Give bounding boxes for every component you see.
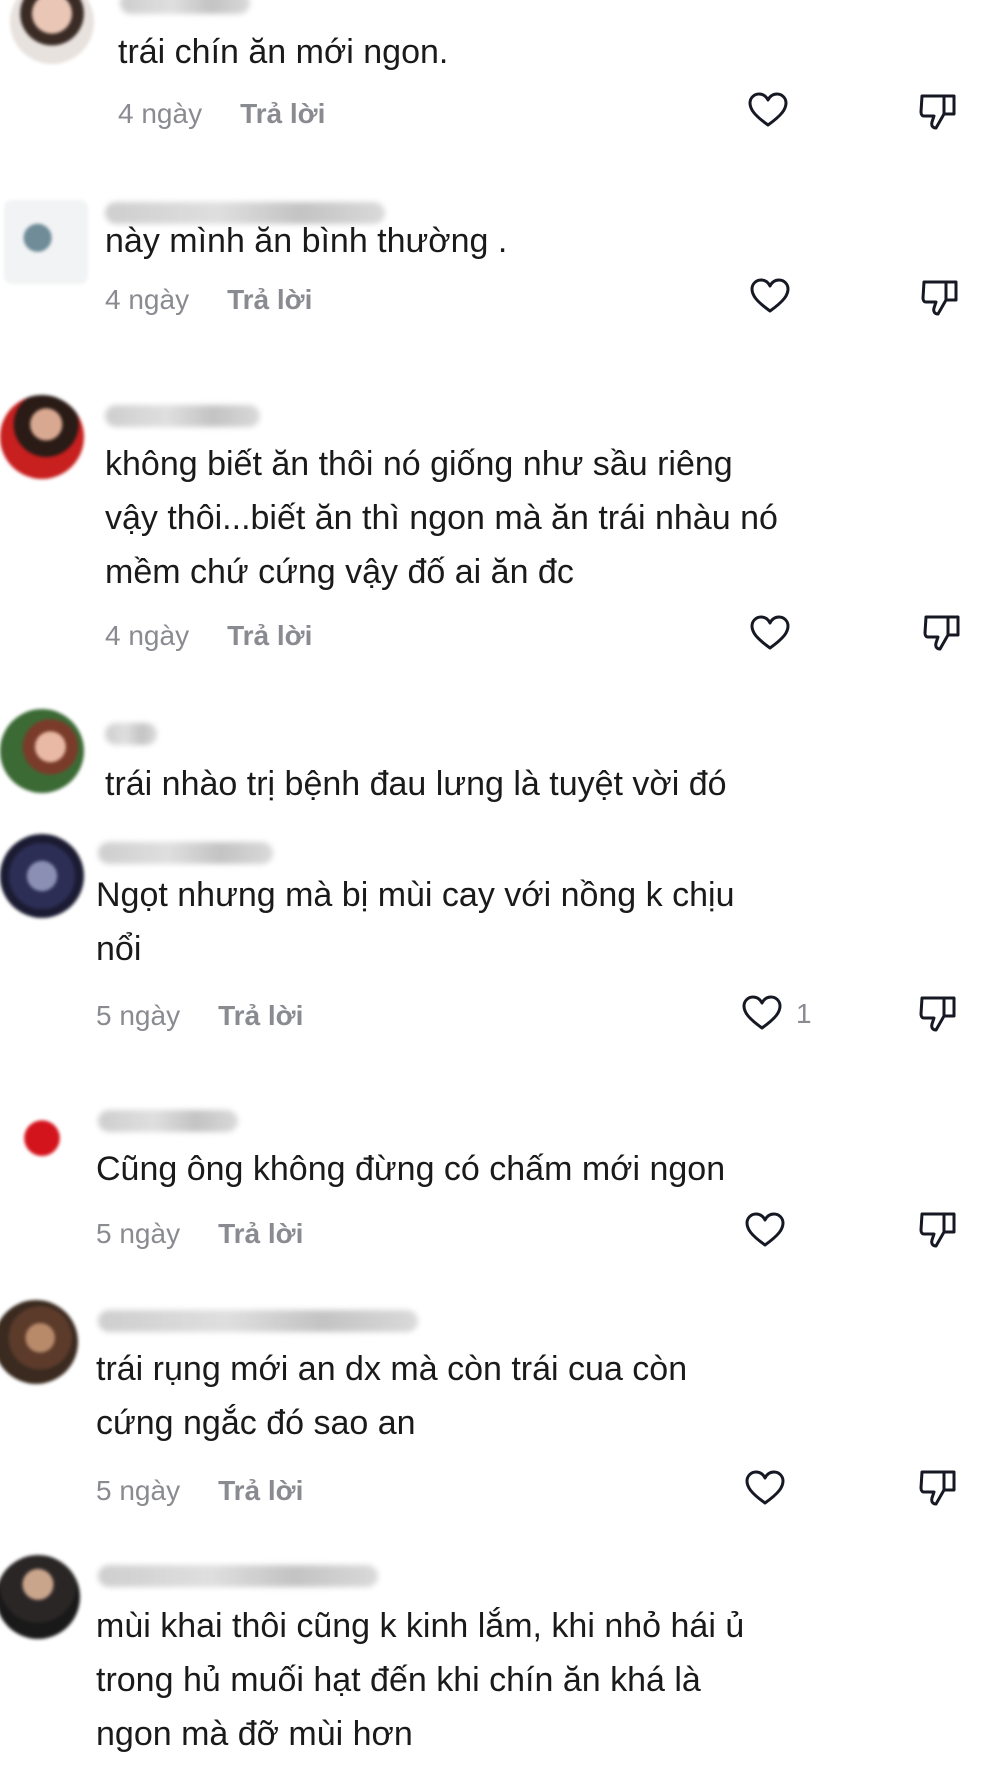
thumbs-down-icon[interactable] xyxy=(918,1468,958,1508)
reply-button[interactable]: Trả lời xyxy=(240,98,325,130)
comment-meta: 5 ngày Trả lời xyxy=(96,1218,303,1250)
comment-text-line: này mình ăn bình thường . xyxy=(105,222,508,260)
thumbs-down-icon[interactable] xyxy=(918,1210,958,1250)
username-blurred[interactable] xyxy=(98,1310,418,1332)
reply-button[interactable]: Trả lời xyxy=(227,620,312,652)
username-blurred[interactable] xyxy=(120,0,250,14)
heart-outline-icon[interactable] xyxy=(745,1212,785,1248)
comment-time: 4 ngày xyxy=(105,284,190,315)
thumbs-down-icon[interactable] xyxy=(920,278,960,318)
comment-text-line: cứng ngắc đó sao an xyxy=(96,1404,416,1442)
comment-text-line: mùi khai thôi cũng k kinh lắm, khi nhỏ h… xyxy=(96,1607,745,1645)
comment-text-line: Ngọt nhưng mà bị mùi cay với nồng k chịu xyxy=(96,876,735,914)
reply-button[interactable]: Trả lời xyxy=(218,1218,303,1250)
comment-text-line: Cũng ông không đừng có chấm mới ngon xyxy=(96,1150,726,1188)
username-blurred[interactable] xyxy=(98,1565,378,1587)
comment-text-line: trái nhào trị bệnh đau lưng là tuyệt vời… xyxy=(105,765,727,803)
username-blurred[interactable] xyxy=(105,405,260,427)
heart-outline-icon[interactable] xyxy=(745,1470,785,1506)
heart-outline-icon[interactable] xyxy=(750,615,790,651)
avatar[interactable] xyxy=(4,200,88,284)
comment-time: 4 ngày xyxy=(118,98,203,129)
comment-meta: 5 ngày Trả lời xyxy=(96,1000,303,1032)
avatar[interactable] xyxy=(0,834,84,918)
thumbs-down-icon[interactable] xyxy=(918,994,958,1034)
thumbs-down-icon[interactable] xyxy=(918,92,958,132)
avatar[interactable] xyxy=(0,1092,84,1176)
avatar[interactable] xyxy=(0,395,84,479)
like-count: 1 xyxy=(796,998,812,1029)
comment-time: 5 ngày xyxy=(96,1218,181,1249)
comment-text-line: trong hủ muối hạt đến khi chín ăn khá là xyxy=(96,1661,701,1699)
comment-meta: 4 ngày Trả lời xyxy=(118,98,325,130)
comment-text-line: vậy thôi...biết ăn thì ngon mà ăn trái n… xyxy=(105,499,778,537)
avatar[interactable] xyxy=(0,1300,78,1384)
heart-outline-icon[interactable] xyxy=(750,278,790,314)
heart-outline-icon[interactable] xyxy=(748,92,788,128)
reply-button[interactable]: Trả lời xyxy=(227,284,312,316)
comment-text-line: nổi xyxy=(96,930,142,968)
comment-time: 4 ngày xyxy=(105,620,190,651)
comment-meta: 5 ngày Trả lời xyxy=(96,1475,303,1507)
avatar[interactable] xyxy=(0,709,84,793)
comment-time: 5 ngày xyxy=(96,1000,181,1031)
comment-meta: 4 ngày Trả lời xyxy=(105,284,312,316)
avatar[interactable] xyxy=(0,1555,80,1639)
comment-text-line: không biết ăn thôi nó giống như sầu riên… xyxy=(105,445,733,483)
username-blurred[interactable] xyxy=(105,723,157,745)
comment-text-line: trái rụng mới an dx mà còn trái cua còn xyxy=(96,1350,688,1388)
username-blurred[interactable] xyxy=(98,1110,238,1132)
heart-outline-icon[interactable] xyxy=(742,995,782,1031)
thumbs-down-icon[interactable] xyxy=(922,613,962,653)
comment-time: 5 ngày xyxy=(96,1475,181,1506)
comment-text-line: mềm chứ cứng vậy đố ai ăn đc xyxy=(105,553,574,591)
reply-button[interactable]: Trả lời xyxy=(218,1000,303,1032)
comment-text-line: trái chín ăn mới ngon. xyxy=(118,33,449,71)
username-blurred[interactable] xyxy=(98,842,273,864)
reply-button[interactable]: Trả lời xyxy=(218,1475,303,1507)
comment-meta: 4 ngày Trả lời xyxy=(105,620,312,652)
comment-text-line: ngon mà đỡ mùi hơn xyxy=(96,1715,413,1753)
avatar[interactable] xyxy=(10,0,94,64)
